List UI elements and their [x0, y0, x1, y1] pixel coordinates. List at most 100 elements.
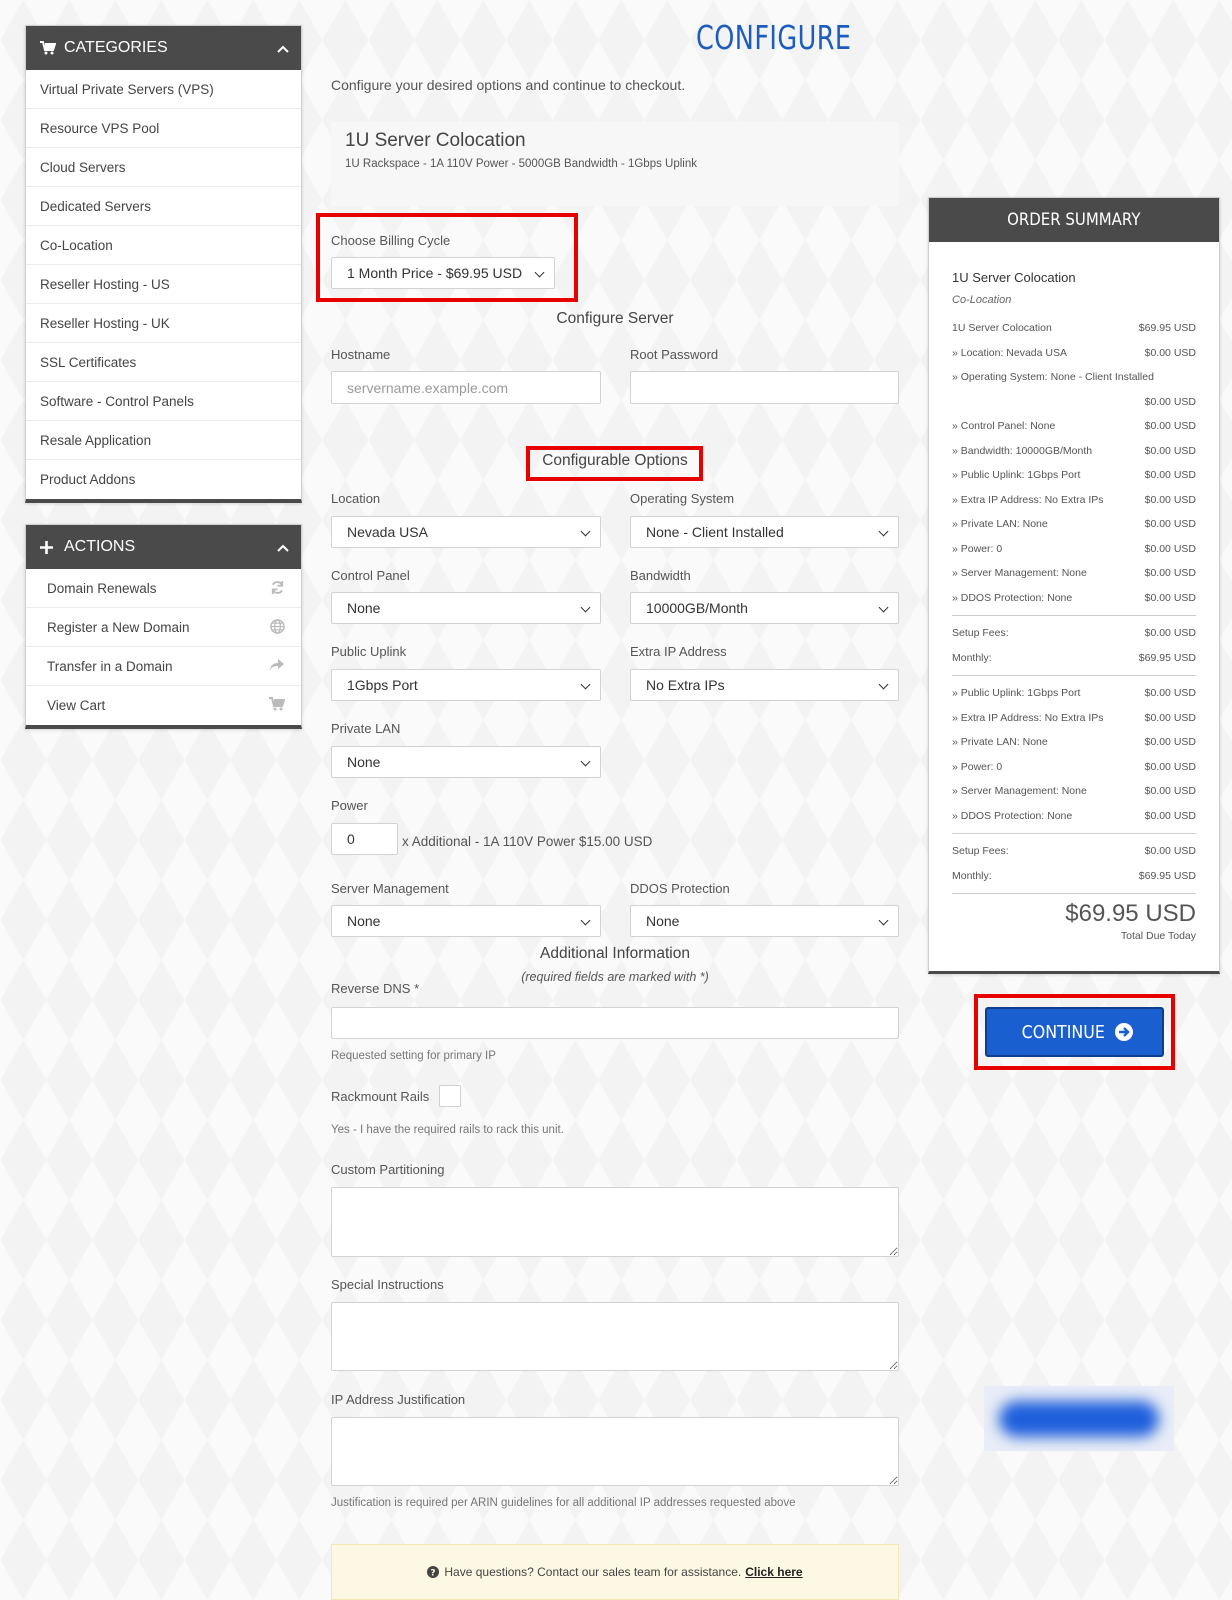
- summary-line-item: » Private LAN: None $0.00 USD: [952, 730, 1196, 755]
- chevron-up-icon[interactable]: [277, 539, 289, 557]
- summary-line-price: $0.00 USD: [1144, 469, 1196, 482]
- power-input[interactable]: 0: [331, 823, 398, 855]
- sidebar-action-label: Domain Renewals: [47, 580, 157, 596]
- power-label: Power: [331, 798, 368, 813]
- summary-line-item: » Server Management: None $0.00 USD: [952, 561, 1196, 586]
- control-panel-select[interactable]: None: [331, 592, 601, 624]
- summary-line-label: » Server Management: None: [952, 785, 1087, 798]
- intro-text: Configure your desired options and conti…: [331, 77, 686, 93]
- summary-line-label: » Private LAN: None: [952, 736, 1048, 749]
- total-due-amount: $69.95 USD: [1065, 900, 1196, 927]
- summary-line-label: 1U Server Colocation: [952, 322, 1052, 335]
- sidebar-action-item[interactable]: View Cart: [26, 686, 301, 725]
- summary-line-price: $0.00 USD: [1144, 346, 1196, 359]
- total-due-label: Total Due Today: [1120, 930, 1196, 942]
- sidebar-category-label: Reseller Hosting - US: [40, 276, 170, 292]
- continue-button[interactable]: CONTINUE: [985, 1007, 1164, 1057]
- sidebar-action-item[interactable]: Domain Renewals: [26, 569, 301, 608]
- sidebar-category-item[interactable]: Dedicated Servers: [26, 187, 301, 226]
- arrow-circle-right-icon: [1115, 1023, 1134, 1041]
- sidebar-category-item[interactable]: Virtual Private Servers (VPS): [26, 70, 301, 109]
- location-label: Location: [331, 491, 381, 506]
- hostname-placeholder: servername.example.com: [347, 379, 509, 396]
- summary-product-category: Co-Location: [952, 294, 1012, 306]
- contact-link[interactable]: Click here: [745, 1565, 802, 1579]
- operating-system-label: Operating System: [630, 491, 735, 506]
- sidebar-action-label: View Cart: [47, 698, 106, 713]
- configurable-options-title: Configurable Options: [542, 452, 688, 469]
- sidebar-category-item[interactable]: Software - Control Panels: [26, 382, 301, 421]
- contact-box: ? Have questions? Contact our sales team…: [331, 1544, 899, 1600]
- location-select[interactable]: Nevada USA: [331, 516, 601, 548]
- summary-line-label: » Power: 0: [952, 760, 1003, 773]
- sidebar-category-item[interactable]: Product Addons: [26, 460, 301, 499]
- question-icon: ?: [427, 1566, 440, 1578]
- actions-header[interactable]: ACTIONS: [26, 525, 301, 569]
- summary-line-item: » Public Uplink: 1Gbps Port $0.00 USD: [952, 463, 1196, 488]
- public-uplink-select[interactable]: 1Gbps Port: [331, 669, 601, 701]
- private-lan-select[interactable]: None: [331, 746, 601, 778]
- reverse-dns-help: Requested setting for primary IP: [331, 1050, 496, 1062]
- refresh-icon: [270, 580, 285, 598]
- bandwidth-label: Bandwidth: [630, 568, 691, 583]
- power-value: 0: [347, 831, 355, 847]
- summary-line-price: $0.00 USD: [1144, 627, 1196, 640]
- summary-line-label: » Control Panel: None: [952, 420, 1056, 433]
- summary-line-item: » Operating System: None - Client Instal…: [952, 365, 1196, 390]
- summary-line-price: $0.00 USD: [1144, 785, 1196, 798]
- extra-ip-value: No Extra IPs: [646, 677, 725, 693]
- summary-line-price: $0.00 USD: [1144, 591, 1196, 604]
- ddos-protection-value: None: [646, 913, 680, 929]
- summary-line-item: » Power: 0 $0.00 USD: [952, 755, 1196, 780]
- sidebar-category-item[interactable]: Resource VPS Pool: [26, 109, 301, 148]
- summary-line-label: Setup Fees:: [952, 627, 1009, 640]
- public-uplink-label: Public Uplink: [331, 644, 407, 659]
- summary-line-price: $69.95 USD: [1138, 651, 1196, 664]
- sidebar-category-item[interactable]: Cloud Servers: [26, 148, 301, 187]
- ddos-protection-select[interactable]: None: [630, 905, 899, 937]
- root-password-label: Root Password: [630, 347, 719, 362]
- summary-line-label: » Private LAN: None: [952, 518, 1048, 531]
- extra-ip-select[interactable]: No Extra IPs: [630, 669, 899, 701]
- custom-partitioning-textarea[interactable]: [331, 1187, 899, 1257]
- sidebar-category-item[interactable]: Reseller Hosting - US: [26, 265, 301, 304]
- location-value: Nevada USA: [347, 524, 428, 540]
- summary-line-label: » DDOS Protection: None: [952, 809, 1073, 822]
- sidebar-category-item[interactable]: SSL Certificates: [26, 343, 301, 382]
- sidebar-category-label: Dedicated Servers: [40, 198, 152, 214]
- special-instructions-textarea[interactable]: [331, 1302, 899, 1371]
- sidebar-category-item[interactable]: Reseller Hosting - UK: [26, 304, 301, 343]
- summary-line-item: 1U Server Colocation $69.95 USD: [952, 316, 1196, 341]
- private-lan-label: Private LAN: [331, 721, 401, 736]
- summary-line-item: » Bandwidth: 10000GB/Month $0.00 USD: [952, 439, 1196, 464]
- chevron-up-icon[interactable]: [277, 40, 289, 58]
- operating-system-select[interactable]: None - Client Installed: [630, 516, 899, 548]
- bandwidth-select[interactable]: 10000GB/Month: [630, 592, 899, 624]
- billing-cycle-select[interactable]: 1 Month Price - $69.95 USD: [331, 257, 555, 289]
- sidebar-action-item[interactable]: Register a New Domain: [26, 608, 301, 647]
- sidebar-category-label: Resale Application: [40, 432, 152, 448]
- sidebar-category-item[interactable]: Resale Application: [26, 421, 301, 460]
- hostname-input[interactable]: servername.example.com: [331, 371, 601, 404]
- ddos-protection-label: DDOS Protection: [630, 881, 730, 896]
- summary-line-price: $0.00 USD: [1144, 444, 1196, 457]
- root-password-input[interactable]: [630, 371, 899, 404]
- summary-line-label: » Extra IP Address: No Extra IPs: [952, 711, 1104, 724]
- additional-info-title: Additional Information: [540, 945, 690, 962]
- sidebar-category-item[interactable]: Co-Location: [26, 226, 301, 265]
- rackmount-rails-checkbox[interactable]: [439, 1085, 461, 1107]
- blurred-button: [984, 1386, 1174, 1451]
- sidebar-action-item[interactable]: Transfer in a Domain: [26, 647, 301, 686]
- product-description: 1U Rackspace - 1A 110V Power - 5000GB Ba…: [345, 158, 697, 170]
- server-management-select[interactable]: None: [331, 905, 601, 937]
- summary-line-price: $0.00 USD: [1144, 845, 1196, 858]
- summary-line-label: » Extra IP Address: No Extra IPs: [952, 493, 1104, 506]
- sidebar-category-label: Co-Location: [40, 237, 113, 253]
- summary-line-item: » Extra IP Address: No Extra IPs $0.00 US…: [952, 488, 1196, 513]
- summary-line-item: » Control Panel: None $0.00 USD: [952, 414, 1196, 439]
- categories-header[interactable]: CATEGORIES: [26, 26, 301, 70]
- reverse-dns-input[interactable]: [331, 1007, 899, 1039]
- summary-line-item: » Public Uplink: 1Gbps Port $0.00 USD: [952, 681, 1196, 706]
- ip-justification-textarea[interactable]: [331, 1417, 899, 1486]
- control-panel-label: Control Panel: [331, 568, 410, 583]
